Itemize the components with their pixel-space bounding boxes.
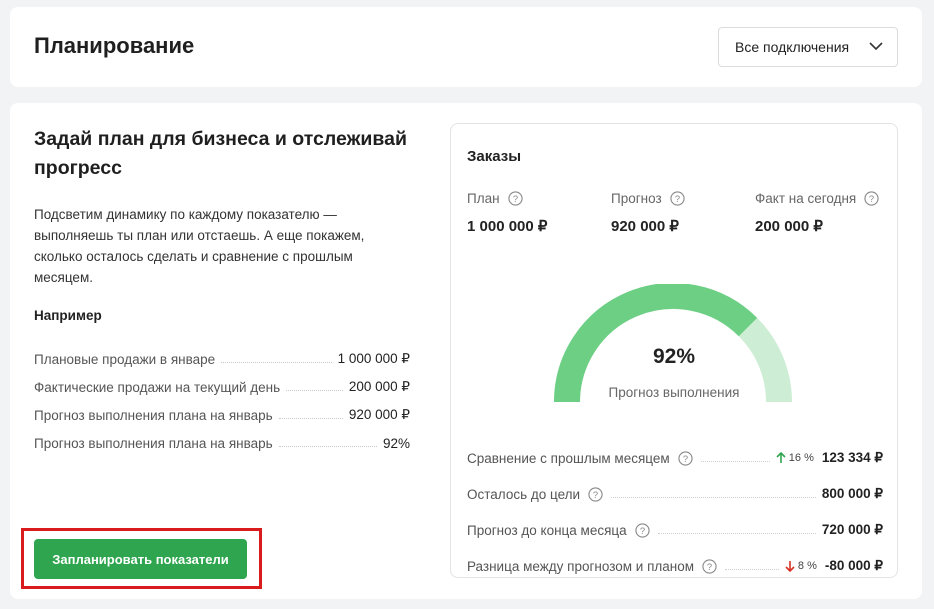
svg-text:?: ? — [512, 194, 517, 204]
main-card: Задай план для бизнеса и отслеживай прог… — [10, 103, 922, 599]
stat-value: 123 334 ₽ — [821, 450, 883, 465]
dotted-leader — [657, 533, 816, 534]
svg-text:?: ? — [593, 490, 598, 500]
stat-value: -80 000 ₽ — [824, 558, 883, 573]
svg-text:?: ? — [640, 526, 645, 536]
example-value: 1 000 000 ₽ — [337, 351, 410, 366]
help-icon[interactable]: ? — [670, 191, 685, 206]
trend-value: 8 % — [797, 560, 817, 572]
stat-value: 800 000 ₽ — [821, 486, 883, 501]
trend-badge: 16 % — [776, 452, 814, 464]
promo-description: Подсветим динамику по каждому показателю… — [34, 207, 365, 285]
metric-label: План — [467, 191, 500, 206]
stat-row: Прогноз до конца месяца ? 720 000 ₽ — [467, 502, 883, 538]
help-icon[interactable]: ? — [507, 191, 523, 206]
arrow-down-icon — [785, 561, 795, 572]
gauge-caption: Прогноз выполнения — [608, 385, 740, 400]
metric-value: 1 000 000 ₽ — [467, 218, 548, 235]
dotted-leader — [286, 390, 343, 391]
metric-plan: План ? 1 000 000 ₽ — [467, 191, 547, 235]
help-icon[interactable]: ? — [635, 523, 650, 538]
dotted-leader — [611, 497, 816, 498]
stat-label: Сравнение с прошлым месяцем — [467, 451, 670, 466]
trend-badge: 8 % — [785, 560, 817, 572]
stat-label: Прогноз до конца месяца — [467, 523, 627, 538]
example-label: Фактические продажи на текущий день — [34, 380, 281, 395]
example-value: 92% — [382, 436, 410, 451]
plan-metrics-button[interactable]: Запланировать показатели — [34, 539, 247, 579]
header-card: Планирование Все подключения — [10, 7, 922, 87]
dotted-leader — [278, 418, 343, 419]
orders-title: Заказы — [467, 148, 522, 165]
dotted-leader — [221, 362, 332, 363]
metric-fact-today: Факт на сегодня ? 200 000 ₽ — [755, 191, 879, 235]
stat-label: Осталось до цели — [467, 487, 581, 502]
help-icon[interactable]: ? — [864, 191, 879, 206]
arrow-up-icon — [776, 452, 786, 463]
dotted-leader — [725, 569, 779, 570]
stat-value: 720 000 ₽ — [821, 522, 883, 537]
chevron-down-icon — [869, 42, 883, 51]
example-list: Плановые продажи в январе 1 000 000 ₽ Фа… — [34, 339, 410, 451]
gauge-percent: 92% — [652, 345, 696, 368]
connections-dropdown[interactable]: Все подключения — [718, 27, 898, 67]
example-row: Прогноз выполнения плана на январь 92% — [34, 423, 410, 451]
metric-label: Факт на сегодня — [755, 191, 857, 206]
example-label: Плановые продажи в январе — [34, 352, 216, 367]
metric-value: 920 000 ₽ — [611, 218, 679, 235]
help-icon[interactable]: ? — [588, 487, 603, 502]
stat-label: Разница между прогнозом и планом — [467, 559, 695, 574]
example-row: Прогноз выполнения плана на январь 920 0… — [34, 395, 410, 423]
metric-forecast: Прогноз ? 920 000 ₽ — [611, 191, 685, 235]
svg-text:?: ? — [675, 194, 680, 204]
help-icon[interactable]: ? — [702, 559, 717, 574]
svg-text:?: ? — [683, 454, 688, 464]
page-title: Планирование — [34, 33, 195, 58]
promo-title: Задай план для бизнеса и отслеживай прог… — [34, 128, 407, 179]
connections-dropdown-label: Все подключения — [735, 39, 850, 55]
stat-row: Сравнение с прошлым месяцем ? 16 % 123 3… — [467, 430, 883, 466]
dotted-leader — [700, 461, 770, 462]
example-row: Фактические продажи на текущий день 200 … — [34, 367, 410, 395]
orders-card: Заказы План ? 1 000 000 ₽ Прогноз ? 920 … — [450, 123, 898, 578]
example-row: Плановые продажи в январе 1 000 000 ₽ — [34, 339, 410, 367]
stat-row: Разница между прогнозом и планом ? 8 % -… — [467, 538, 883, 574]
example-heading: Например — [34, 308, 102, 323]
svg-text:?: ? — [707, 562, 712, 572]
metric-label: Прогноз — [611, 191, 662, 206]
svg-text:?: ? — [869, 194, 874, 204]
example-value: 920 000 ₽ — [348, 407, 410, 422]
example-value: 200 000 ₽ — [348, 379, 410, 394]
metric-value: 200 000 ₽ — [755, 218, 823, 235]
help-icon[interactable]: ? — [678, 451, 693, 466]
stat-list: Сравнение с прошлым месяцем ? 16 % 123 3… — [467, 430, 883, 574]
example-label: Прогноз выполнения плана на январь — [34, 436, 273, 451]
stat-row: Осталось до цели ? 800 000 ₽ — [467, 466, 883, 502]
trend-value: 16 % — [788, 452, 814, 464]
example-label: Прогноз выполнения плана на январь — [34, 408, 273, 423]
dotted-leader — [278, 446, 377, 447]
